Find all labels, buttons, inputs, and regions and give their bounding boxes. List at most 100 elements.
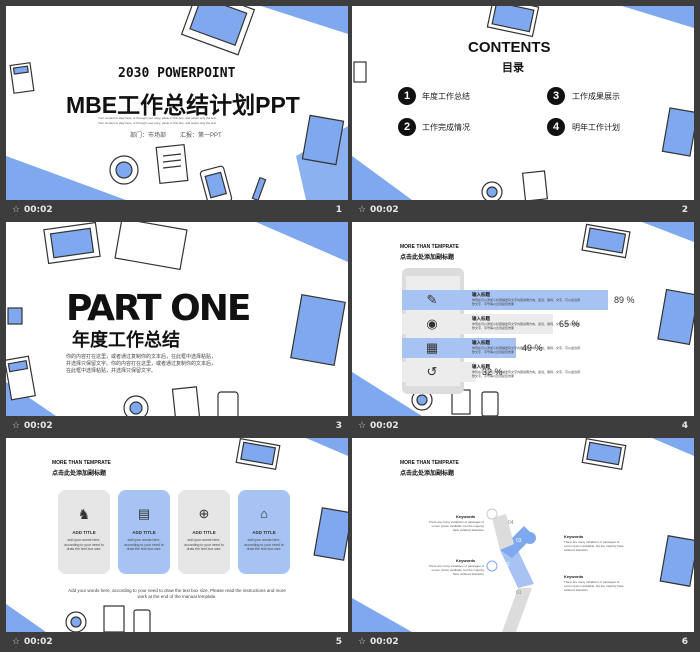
step-text: There are many variations of passages of… xyxy=(564,580,624,592)
card-desc: add your words here, according to your n… xyxy=(64,538,104,551)
feature-card[interactable]: ♞ ADD TITLE add your words here, accordi… xyxy=(58,490,110,574)
document-chart-icon: ▤ xyxy=(137,506,151,521)
step-keyword: Keywords xyxy=(456,558,476,563)
contents-subtitle: 目录 xyxy=(502,62,524,74)
contents-number: 1 xyxy=(398,87,416,105)
slide-canvas: CONTENTS 目录 1 年度工作总结 2 工作完成情况 3 工作成果展示 4… xyxy=(352,6,694,200)
slide-canvas: MORE THAN TEMPRATE 点击此处添加副标题 ✎ 输入标题 你现在可以添… xyxy=(352,222,694,416)
star-icon[interactable]: ☆ xyxy=(12,205,20,215)
history-icon: ↺ xyxy=(426,364,438,379)
feature-card[interactable]: ⊕ ADD TITLE add your words here, accordi… xyxy=(178,490,230,574)
slide-timing: 00:02 xyxy=(24,421,53,431)
document-icon xyxy=(171,386,201,416)
document-icon xyxy=(521,170,549,200)
row-percent: 65 % xyxy=(559,319,580,329)
star-icon[interactable]: ☆ xyxy=(358,421,366,431)
slide-number: 1 xyxy=(335,205,342,215)
department-label: 部门：市场部 xyxy=(130,133,167,139)
slide-title: MBE工作总结计划PPT xyxy=(66,92,300,118)
kicker-text: MORE THAN TEMPRATE xyxy=(52,460,111,466)
book-icon xyxy=(313,507,348,561)
contents-item[interactable]: 明年工作计划 xyxy=(572,122,620,133)
pen-icon xyxy=(251,176,267,200)
slide-heading: 点击此处添加副标题 xyxy=(400,471,455,477)
contents-item[interactable]: 年度工作总结 xyxy=(422,91,470,102)
globe-icon: ⊕ xyxy=(198,506,210,521)
calculator-icon xyxy=(6,355,36,401)
contents-item[interactable]: 工作完成情况 xyxy=(422,122,470,133)
card-desc: add your words here, according to your n… xyxy=(124,538,164,551)
tablet-icon xyxy=(43,222,101,265)
card-desc: add your words here, according to your n… xyxy=(244,538,284,551)
feature-card[interactable]: ⌂ ADD TITLE add your words here, accordi… xyxy=(238,490,290,574)
coffee-cup-icon xyxy=(109,155,139,185)
book-icon xyxy=(290,293,346,367)
row-percent: 49 % xyxy=(522,343,543,353)
step-text: There are many variations of passages of… xyxy=(428,564,484,576)
slide-thumbnail-6[interactable]: MORE THAN TEMPRATE 点击此处添加副标题 Keywords Th… xyxy=(352,438,694,652)
book-icon xyxy=(661,107,694,157)
slide-heading: 点击此处添加副标题 xyxy=(52,471,107,477)
part-title: PART ONE xyxy=(66,288,251,329)
row-percent: 89 % xyxy=(614,295,635,305)
pencil-icon: ✎ xyxy=(426,292,438,307)
slide-footer: ☆ 00:02 6 xyxy=(352,632,694,652)
phone-icon xyxy=(481,391,499,416)
star-icon[interactable]: ☆ xyxy=(358,205,366,215)
calculator-icon xyxy=(9,62,35,94)
phone-icon xyxy=(133,609,151,632)
step-keyword: Keywords xyxy=(456,514,476,519)
contents-number: 2 xyxy=(398,118,416,136)
phone-icon xyxy=(199,165,233,200)
slide-heading: 点击此处添加副标题 xyxy=(400,255,455,261)
coffee-cup-icon xyxy=(123,395,149,416)
laptop-icon xyxy=(235,438,281,470)
laptop-icon xyxy=(581,438,627,470)
slide-thumbnail-2[interactable]: CONTENTS 目录 1 年度工作总结 2 工作完成情况 3 工作成果展示 4… xyxy=(352,6,694,220)
chess-icon: ♞ xyxy=(77,506,91,522)
slide-number: 3 xyxy=(335,421,342,431)
blurb-text: Your content to play here, or through yo… xyxy=(98,116,216,120)
contents-number: 4 xyxy=(547,118,565,136)
calculator-icon xyxy=(353,61,367,83)
slide-timing: 00:02 xyxy=(24,205,53,215)
step-arrow-diagram xyxy=(486,508,536,632)
slide-thumbnail-1[interactable]: 2030 POWERPOINT MBE工作总结计划PPT Your conten… xyxy=(6,6,348,220)
kicker-text: MORE THAN TEMPRATE xyxy=(400,244,459,250)
slide-thumbnail-4[interactable]: MORE THAN TEMPRATE 点击此处添加副标题 ✎ 输入标题 你现在可以添… xyxy=(352,222,694,436)
slide-footer: ☆ 00:02 3 xyxy=(6,416,348,436)
step-keyword: Keywords xyxy=(564,534,584,539)
kicker-text: 2030 POWERPOINT xyxy=(118,66,236,81)
step-number: 04 xyxy=(508,520,514,526)
card-title: ADD TITLE xyxy=(72,530,96,535)
step-keyword: Keywords xyxy=(564,574,584,579)
slide-number: 2 xyxy=(681,205,688,215)
star-icon[interactable]: ☆ xyxy=(12,421,20,431)
contents-item[interactable]: 工作成果展示 xyxy=(572,91,620,102)
step-number: 01 xyxy=(516,590,522,596)
part-body: 你的内容打在这里，或者通过复制你的文本后，在此框中选择粘贴，并选择只保留文字。你… xyxy=(66,354,217,374)
phone-icon xyxy=(217,391,239,416)
coffee-cup-icon xyxy=(65,611,87,632)
book-icon xyxy=(301,114,345,166)
slide-footer: ☆ 00:02 4 xyxy=(352,416,694,436)
slide-thumbnail-3[interactable]: PART ONE 年度工作总结 你的内容打在这里，或者通过复制你的文本后，在此框… xyxy=(6,222,348,436)
reporter-label: 汇报：第一PPT xyxy=(180,133,222,139)
palette-icon: ◉ xyxy=(426,316,438,331)
document-icon xyxy=(155,143,189,185)
slide-timing: 00:02 xyxy=(370,421,399,431)
laptop-icon xyxy=(114,222,188,271)
slide-footer: ☆ 00:02 2 xyxy=(352,200,694,220)
contents-number: 3 xyxy=(547,87,565,105)
slide-thumbnail-5[interactable]: MORE THAN TEMPRATE 点击此处添加副标题 ♞ ADD TITLE… xyxy=(6,438,348,652)
card-title: ADD TITLE xyxy=(192,530,216,535)
step-text: There are many variations of passages of… xyxy=(428,520,484,532)
blurb-text: Your content to play here, or through yo… xyxy=(98,121,216,125)
laptop-icon xyxy=(486,6,540,38)
slide-timing: 00:02 xyxy=(370,205,399,215)
card-title: ADD TITLE xyxy=(132,530,156,535)
slide-footer: ☆ 00:02 5 xyxy=(6,632,348,652)
contents-title: CONTENTS xyxy=(468,39,551,56)
feature-card[interactable]: ▤ ADD TITLE add your words here, accordi… xyxy=(118,490,170,574)
book-icon xyxy=(657,288,694,346)
